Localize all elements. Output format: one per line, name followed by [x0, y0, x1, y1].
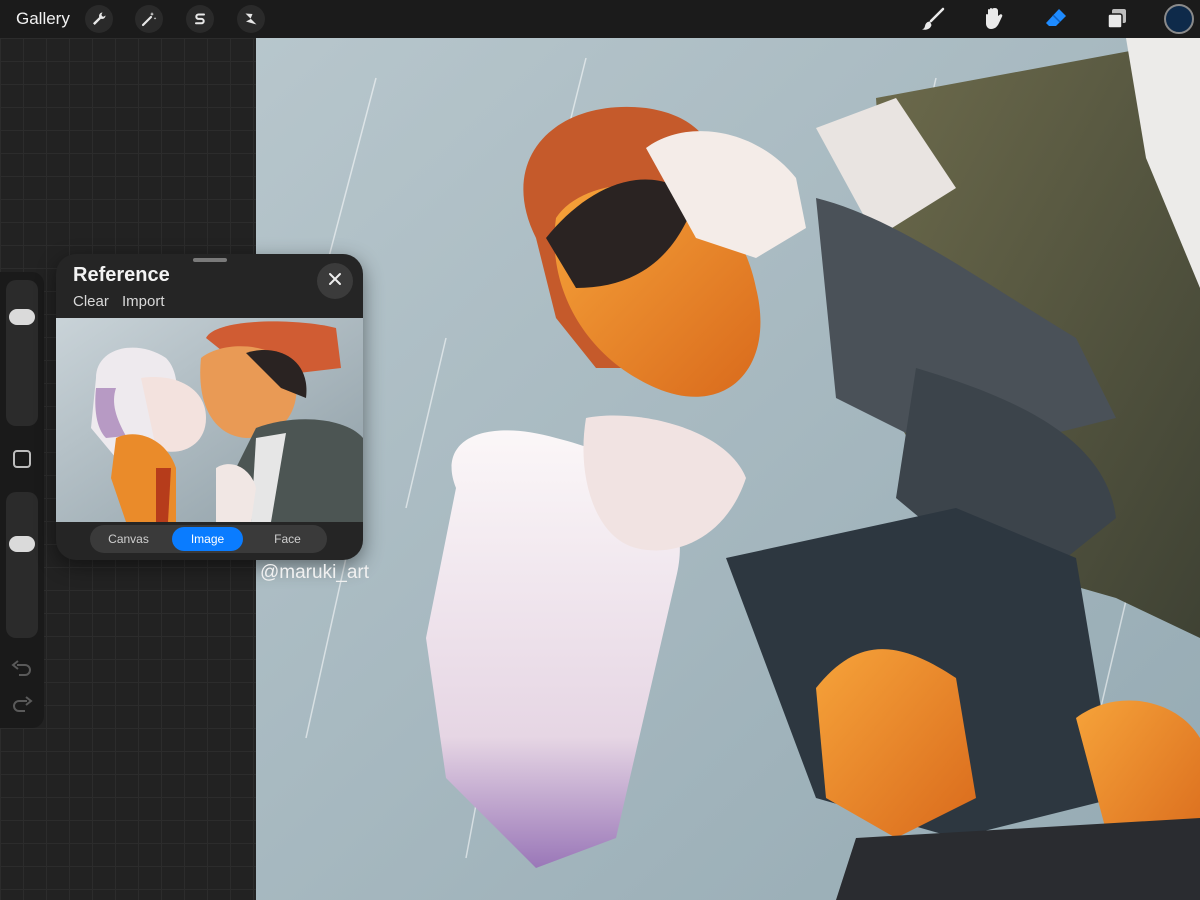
square-icon[interactable]: [13, 450, 31, 468]
reference-mode-selector: Canvas Image Face: [90, 525, 327, 553]
close-icon: [327, 271, 343, 292]
color-picker-button[interactable]: [1164, 4, 1194, 34]
layers-icon: [1104, 6, 1130, 32]
brush-size-slider[interactable]: [6, 280, 38, 426]
layers-button[interactable]: [1102, 4, 1132, 34]
opacity-slider[interactable]: [6, 492, 38, 638]
adjustments-button[interactable]: [135, 5, 163, 33]
artwork-illustration: [256, 38, 1200, 900]
wrench-icon: [91, 11, 107, 27]
top-toolbar: Gallery: [0, 0, 1200, 38]
brush-icon: [920, 6, 946, 32]
opacity-thumb[interactable]: [9, 536, 35, 552]
mode-canvas-tab[interactable]: Canvas: [92, 527, 165, 551]
redo-icon[interactable]: [11, 696, 33, 716]
brush-size-thumb[interactable]: [9, 309, 35, 325]
reference-import-button[interactable]: Import: [122, 293, 165, 310]
artist-watermark: @maruki_art: [260, 562, 370, 583]
magic-wand-icon: [141, 11, 157, 27]
selection-s-icon: [192, 11, 208, 27]
gallery-button[interactable]: Gallery: [16, 9, 70, 29]
actions-button[interactable]: [85, 5, 113, 33]
eraser-icon: [1043, 6, 1069, 32]
reference-image: [56, 318, 363, 522]
transform-button[interactable]: [237, 5, 265, 33]
reference-drag-handle[interactable]: [193, 258, 227, 262]
undo-icon[interactable]: [11, 660, 33, 680]
smudge-icon: [981, 6, 1007, 32]
arrow-cursor-icon: [243, 11, 259, 27]
smudge-tool-button[interactable]: [979, 4, 1009, 34]
mode-image-tab[interactable]: Image: [172, 527, 243, 551]
paint-tool-button[interactable]: [918, 4, 948, 34]
reference-close-button[interactable]: [317, 263, 353, 299]
left-sidebar: [0, 272, 44, 728]
erase-tool-button[interactable]: [1041, 4, 1071, 34]
reference-clear-button[interactable]: Clear: [73, 293, 109, 310]
drawing-canvas[interactable]: [256, 38, 1200, 900]
mode-face-tab[interactable]: Face: [250, 527, 325, 551]
selection-button[interactable]: [186, 5, 214, 33]
reference-title: Reference: [73, 264, 170, 286]
reference-panel[interactable]: Reference Clear Import Canvas Image Face: [56, 254, 363, 560]
